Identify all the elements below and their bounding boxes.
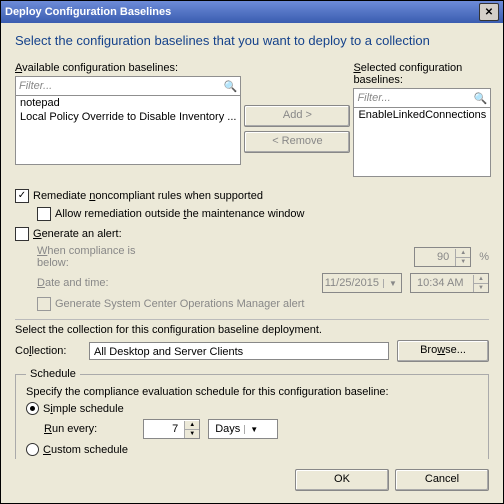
close-button[interactable]: ✕ (479, 3, 499, 21)
generate-alert-label: Generate an alert: (33, 228, 122, 240)
custom-schedule-label: Custom schedule (43, 444, 128, 456)
run-every-spinner[interactable]: 7▲▼ (143, 419, 200, 439)
collection-input[interactable]: All Desktop and Server Clients (89, 342, 389, 360)
date-picker: 11/25/2015▼ (322, 273, 402, 293)
collection-label: Collection: (15, 345, 66, 357)
time-spinner: 10:34 AM▲▼ (410, 273, 489, 293)
allow-outside-checkbox[interactable] (37, 207, 51, 221)
generate-alert-checkbox[interactable] (15, 227, 29, 241)
scom-alert-label: Generate System Center Operations Manage… (55, 298, 304, 310)
chevron-down-icon: ▼ (383, 279, 399, 288)
simple-schedule-label: Simple schedule (43, 403, 124, 415)
datetime-label: Date and time: (37, 277, 109, 289)
list-item[interactable]: Local Policy Override to Disable Invento… (16, 110, 240, 124)
run-every-unit[interactable]: Days▼ (208, 419, 278, 439)
allow-outside-label: Allow remediation outside the maintenanc… (55, 208, 305, 220)
percent-label: % (479, 251, 489, 263)
collection-help: Select the collection for this configura… (15, 324, 489, 336)
compliance-below-label: When compliance is below: (37, 245, 135, 269)
scom-alert-checkbox (37, 297, 51, 311)
search-icon: 🔍 (224, 80, 238, 93)
cancel-button[interactable]: Cancel (395, 469, 489, 491)
search-icon: 🔍 (474, 92, 488, 105)
chevron-down-icon: ▼ (244, 425, 260, 434)
available-label: Available configuration baselines: (15, 62, 178, 74)
ok-button[interactable]: OK (295, 469, 389, 491)
remediate-checkbox[interactable]: ✓ (15, 189, 29, 203)
schedule-legend: Schedule (26, 368, 80, 380)
browse-button[interactable]: Browse... (397, 340, 489, 362)
selected-list[interactable]: EnableLinkedConnections (353, 108, 491, 177)
remediate-label: Remediate noncompliant rules when suppor… (33, 190, 263, 202)
add-button[interactable]: Add > (244, 105, 350, 127)
run-every-label: Run every: (44, 423, 97, 435)
titlebar: Deploy Configuration Baselines ✕ (1, 1, 503, 23)
remove-button[interactable]: < Remove (244, 131, 350, 153)
dialog-title: Deploy Configuration Baselines (5, 6, 171, 18)
list-item[interactable]: EnableLinkedConnections (354, 108, 490, 122)
list-item[interactable]: notepad (16, 96, 240, 110)
header-text: Select the configuration baselines that … (15, 33, 489, 48)
compliance-spinner: 90▲▼ (414, 247, 471, 267)
close-icon: ✕ (485, 7, 493, 18)
schedule-group: Schedule Specify the compliance evaluati… (15, 368, 489, 459)
selected-label: Selected configuration baselines: (353, 62, 462, 86)
custom-schedule-radio[interactable] (26, 443, 39, 456)
available-filter[interactable]: Filter...🔍 (15, 76, 241, 96)
available-list[interactable]: notepad Local Policy Override to Disable… (15, 96, 241, 165)
simple-schedule-radio[interactable] (26, 402, 39, 415)
selected-filter[interactable]: Filter...🔍 (353, 88, 491, 108)
schedule-help: Specify the compliance evaluation schedu… (26, 386, 478, 398)
